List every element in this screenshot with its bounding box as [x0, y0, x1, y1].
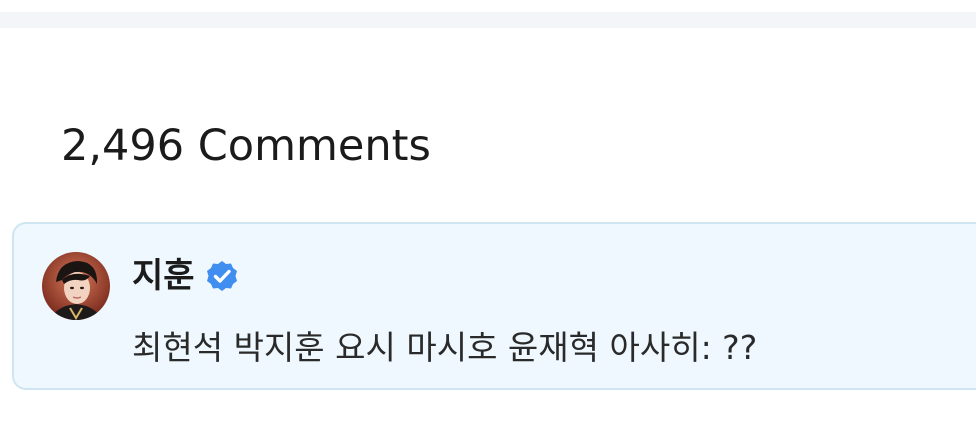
pinned-comment-card[interactable]: 지훈 최현석 박지훈 요시 마시호 윤재혁 아사히: ?? — [12, 222, 976, 390]
avatar[interactable] — [42, 252, 110, 320]
top-divider-strip — [0, 12, 976, 28]
comment-author-row: 지훈 — [132, 254, 239, 298]
comment-body-text: 최현석 박지훈 요시 마시호 윤재혁 아사히: ?? — [132, 328, 758, 367]
avatar-photo-icon — [42, 252, 110, 320]
comments-count-heading: 2,496 Comments — [61, 121, 431, 171]
comment-author-name[interactable]: 지훈 — [132, 254, 195, 298]
verified-badge-icon — [205, 259, 239, 293]
